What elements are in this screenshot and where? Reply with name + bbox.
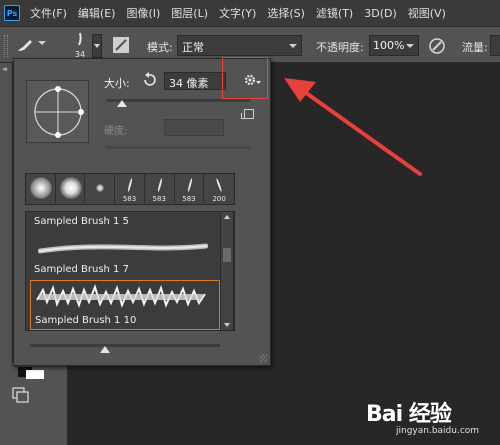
preset-num: 583	[122, 195, 137, 203]
menu-layer[interactable]: 图层(L)	[171, 5, 208, 21]
brush-angle-icon	[34, 86, 84, 138]
mode-value: 正常	[182, 41, 204, 54]
menu-select[interactable]: 选择(S)	[267, 5, 305, 21]
chevron-down-icon	[289, 44, 297, 48]
brush-list-scrollbar[interactable]	[220, 211, 234, 331]
brush-stroke-preview	[38, 243, 208, 254]
preset-thumb-200[interactable]: 200	[204, 174, 235, 204]
preset-thumb-583b[interactable]: 583	[144, 174, 175, 204]
size-slider-thumb[interactable]	[117, 100, 127, 107]
preview-size-slider-track[interactable]	[30, 344, 220, 347]
brush-settings-panel-icon[interactable]	[112, 36, 130, 54]
brush-tool-icon[interactable]	[15, 37, 37, 53]
flow-label: 流量:	[462, 41, 488, 54]
flow-field[interactable]	[490, 35, 500, 56]
opacity-value: 100%	[373, 39, 405, 52]
brush-preset-preview[interactable]: 34	[70, 31, 90, 59]
mode-label: 模式:	[147, 41, 173, 54]
resize-grip-icon[interactable]	[259, 354, 267, 362]
menu-3d[interactable]: 3D(D)	[364, 7, 397, 20]
menu-image[interactable]: 图像(I)	[126, 5, 160, 21]
preset-thumb-583c[interactable]: 583	[174, 174, 205, 204]
menu-file[interactable]: 文件(F)	[30, 5, 67, 21]
hardness-slider-track	[106, 146, 250, 149]
size-slider-track[interactable]	[106, 99, 250, 102]
menu-bar: Ps 文件(F) 编辑(E) 图像(I) 图层(L) 文字(Y) 选择(S) 滤…	[0, 0, 500, 26]
menu-filter[interactable]: 滤镜(T)	[316, 5, 353, 21]
photoshop-logo-icon[interactable]: Ps	[4, 5, 20, 21]
menu-type[interactable]: 文字(Y)	[219, 5, 256, 21]
menu-edit[interactable]: 编辑(E)	[78, 5, 116, 21]
annotation-arrow-icon	[284, 78, 422, 176]
brush-name: Sampled Brush 1 10	[35, 315, 137, 326]
opacity-field[interactable]: 100%	[369, 35, 419, 56]
small-brush-icon	[96, 184, 105, 192]
preview-size-slider-thumb[interactable]	[100, 346, 110, 353]
color-swatches-icon[interactable]	[16, 366, 46, 380]
stroke-brush-icon	[127, 177, 133, 193]
brush-stroke-preview	[36, 284, 206, 308]
tool-preset-caret-icon[interactable]	[38, 41, 46, 45]
recent-brushes-row: 583 583 583 200	[25, 173, 235, 205]
mode-select[interactable]: 正常	[177, 35, 302, 56]
preset-num: 583	[152, 195, 166, 203]
baidu-jingyan-watermark: Bai 经验 jingyan.baidu.com	[366, 394, 500, 444]
quick-mask-icon[interactable]	[11, 386, 31, 404]
hardness-label: 硬度:	[104, 126, 128, 137]
toolbox-lower	[0, 362, 68, 445]
brush-preset-list[interactable]: Sampled Brush 1 5 Sampled Brush 1 7 Samp…	[25, 211, 235, 331]
scroll-down-icon[interactable]	[224, 323, 230, 327]
list-item[interactable]: Sampled Brush 1 5	[30, 214, 220, 234]
stroke-brush-icon	[157, 177, 163, 193]
preset-num: 583	[182, 195, 196, 203]
brush-name: Sampled Brush 1 5	[34, 216, 129, 227]
opacity-label: 不透明度:	[316, 41, 364, 54]
chevron-down-icon	[94, 44, 100, 48]
brush-preset-picker: 大小: 34 像素 硬度: 583 583 583 200 Sampled Br…	[13, 58, 271, 366]
options-bar-grip[interactable]	[4, 35, 8, 57]
brush-picker-toggle[interactable]	[92, 34, 102, 58]
scroll-up-icon[interactable]	[224, 215, 230, 219]
collapse-arrows-icon[interactable]: ◂◂	[2, 65, 7, 73]
preset-thumb-hard-round[interactable]	[55, 174, 86, 204]
soft-round-brush-icon	[30, 177, 52, 199]
hard-round-brush-icon	[59, 177, 82, 199]
size-field[interactable]: 34 像素	[164, 72, 226, 90]
brush-name: Sampled Brush 1 7	[34, 264, 129, 275]
pressure-opacity-icon[interactable]	[428, 37, 446, 55]
size-label: 大小:	[104, 77, 130, 90]
preset-thumb-small[interactable]	[85, 174, 116, 204]
preset-thumb-soft-round[interactable]	[26, 174, 56, 204]
scroll-thumb[interactable]	[223, 248, 231, 262]
menu-view[interactable]: 视图(V)	[408, 5, 446, 21]
stroke-brush-icon	[215, 178, 223, 192]
watermark-url: jingyan.baidu.com	[396, 426, 480, 436]
preset-thumb-583a[interactable]: 583	[115, 174, 145, 204]
brush-tip-preview[interactable]	[26, 80, 89, 143]
preset-num: 200	[212, 195, 226, 203]
list-item[interactable]: Sampled Brush 1 7	[30, 232, 220, 278]
hardness-field	[164, 119, 224, 136]
new-preset-icon[interactable]	[241, 109, 254, 119]
reset-icon[interactable]	[141, 72, 157, 88]
annotation-highlight-box	[222, 57, 268, 99]
brush-stroke-icon	[78, 32, 82, 46]
stroke-brush-icon	[186, 177, 193, 193]
chevron-down-icon	[406, 44, 414, 48]
list-item-selected[interactable]: Sampled Brush 1 10	[30, 280, 220, 330]
watermark-title: Bai 经验	[366, 402, 452, 427]
